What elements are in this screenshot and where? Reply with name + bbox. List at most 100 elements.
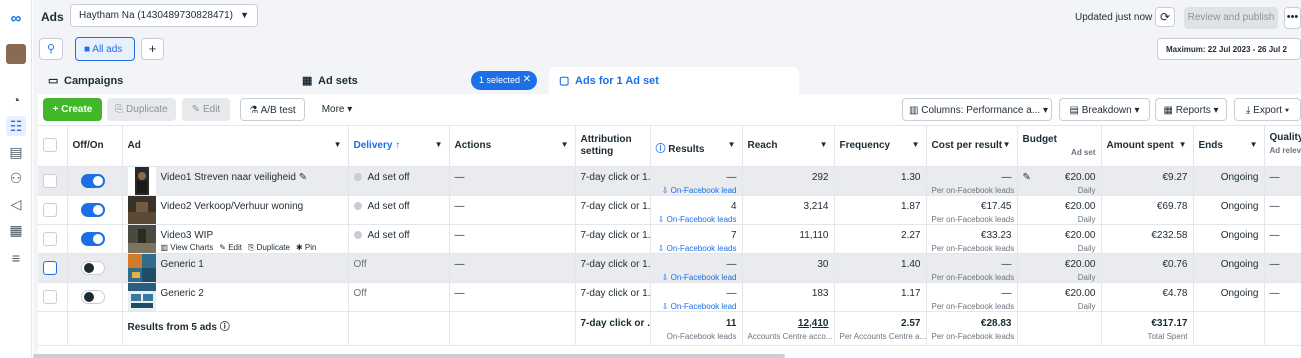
- results-sub[interactable]: ⇩ On-Facebook lead: [656, 302, 737, 311]
- ad-thumbnail: [127, 224, 156, 252]
- table-row[interactable]: Video3 WIP ▥ View Charts ✎ Edit ⎘ Duplic…: [38, 224, 1301, 254]
- dashboard-icon[interactable]: ◔: [6, 90, 26, 110]
- date-range-picker[interactable]: Maximum: 22 Jul 2023 - 26 Jul 2: [1157, 38, 1301, 60]
- ad-cell[interactable]: Video3 WIP ▥ View Charts ✎ Edit ⎘ Duplic…: [122, 224, 349, 254]
- results-sub[interactable]: ⇩ On-Facebook leads: [656, 244, 737, 253]
- delivery-toggle[interactable]: [80, 260, 105, 275]
- ad-cell[interactable]: Video2 Verkoop/Verhuur woning: [122, 195, 349, 225]
- select-all-checkbox[interactable]: [43, 138, 57, 152]
- results-sub[interactable]: ⇩ On-Facebook leads: [656, 215, 737, 224]
- billing-icon[interactable]: ▦: [6, 220, 26, 240]
- quality-cell: —: [1264, 166, 1301, 196]
- col-off-on[interactable]: Off/On: [67, 126, 123, 167]
- ad-cell[interactable]: Generic 1: [122, 253, 349, 283]
- tab-campaigns[interactable]: ▭ Campaigns: [38, 67, 288, 94]
- reports-button[interactable]: ▦ Reports ▾: [1155, 98, 1227, 121]
- summary-label: Results from 5 ads: [127, 321, 217, 333]
- delivery-cell: Off: [348, 282, 450, 312]
- duplicate-button[interactable]: ⎘ Duplicate: [107, 98, 176, 121]
- export-button[interactable]: ⤓ Export ▾: [1234, 98, 1301, 121]
- ad-cell[interactable]: Video1 Streven naar veiligheid ✎: [122, 166, 349, 196]
- review-publish-button[interactable]: Review and publish: [1184, 7, 1278, 29]
- col-budget[interactable]: Budget Ad set: [1017, 126, 1102, 167]
- row-checkbox[interactable]: [43, 231, 57, 246]
- table-row[interactable]: Generic 1 Off — 7-day click or 1... — ⇩ O…: [38, 253, 1301, 283]
- add-view-button[interactable]: +: [141, 38, 164, 60]
- col-ends[interactable]: Ends ▼: [1193, 126, 1265, 167]
- col-attribution[interactable]: Attribution setting: [575, 126, 651, 167]
- row-checkbox[interactable]: [43, 260, 57, 275]
- results-sub[interactable]: ⇩ On-Facebook lead: [656, 186, 737, 195]
- avatar[interactable]: [6, 44, 26, 64]
- selected-label: 1 selected: [479, 75, 521, 85]
- table-row[interactable]: Video2 Verkoop/Verhuur woning Ad set off…: [38, 195, 1301, 225]
- col-amount-spent[interactable]: Amount spent ▼: [1101, 126, 1194, 167]
- row-checkbox[interactable]: [43, 173, 57, 188]
- budget-cell[interactable]: ✎ €20.00 Daily: [1017, 166, 1102, 196]
- breakdown-button[interactable]: ▤ Breakdown ▾: [1059, 98, 1150, 121]
- reach-cell: 183: [742, 282, 835, 312]
- megaphone-icon[interactable]: ◁: [6, 194, 26, 214]
- delivery-toggle[interactable]: [80, 231, 105, 246]
- ad-thumbnail: [127, 195, 156, 223]
- ends-cell: Ongoing: [1193, 195, 1265, 225]
- search-icon[interactable]: ⚲: [39, 38, 63, 60]
- budget-value: €20.00: [1064, 229, 1096, 241]
- row-checkbox[interactable]: [43, 202, 57, 217]
- col-reach[interactable]: Reach ▼: [742, 126, 835, 167]
- col-delivery[interactable]: Delivery ↑ ▼: [348, 126, 450, 167]
- pencil-icon[interactable]: ✎: [1023, 172, 1031, 183]
- results-cell: 7 ⇩ On-Facebook leads: [650, 224, 743, 254]
- reach-cell: 292: [742, 166, 835, 196]
- delivery-toggle[interactable]: [80, 289, 105, 304]
- col-cost-per-result[interactable]: Cost per result ▼: [926, 126, 1018, 167]
- quality-cell: —: [1264, 282, 1301, 312]
- selected-pill[interactable]: 1 selected ✕: [471, 71, 537, 90]
- audience-icon[interactable]: ⚇: [6, 168, 26, 188]
- cost-value: —: [1001, 287, 1012, 299]
- more-options-button[interactable]: •••: [1284, 7, 1301, 29]
- columns-button[interactable]: ▥ Columns: Performance a... ▾: [902, 98, 1052, 121]
- budget-cell[interactable]: €20.00 Daily: [1017, 195, 1102, 225]
- budget-cell[interactable]: €20.00 Daily: [1017, 224, 1102, 254]
- pencil-icon[interactable]: ✎: [299, 172, 307, 183]
- more-button[interactable]: More ▾: [314, 98, 360, 121]
- row-checkbox[interactable]: [43, 289, 57, 304]
- close-icon[interactable]: ✕: [523, 74, 531, 85]
- pages-icon[interactable]: ▤: [6, 142, 26, 162]
- delivery-toggle[interactable]: [80, 173, 105, 188]
- col-results[interactable]: ⓘ Results ▼: [650, 126, 743, 167]
- all-ads-button[interactable]: ■ All ads: [75, 37, 135, 61]
- budget-cell[interactable]: €20.00 Daily: [1017, 253, 1102, 283]
- summary-cost-value: €28.83: [980, 317, 1012, 329]
- dropdown-icon: ▼: [560, 140, 569, 149]
- table-row[interactable]: Generic 2 Off — 7-day click or 1... — ⇩ O…: [38, 282, 1301, 312]
- edit-button[interactable]: ✎ Edit: [182, 98, 230, 121]
- pin-link[interactable]: ✱ Pin: [296, 243, 317, 253]
- ad-cell[interactable]: Generic 2: [122, 282, 349, 312]
- col-ad[interactable]: Ad ▼: [122, 126, 349, 167]
- refresh-icon[interactable]: ⟳: [1155, 7, 1175, 27]
- delivery-toggle[interactable]: [80, 202, 105, 217]
- duplicate-link[interactable]: ⎘ Duplicate: [248, 243, 290, 253]
- table-row[interactable]: Video1 Streven naar veiligheid ✎ Ad set …: [38, 166, 1301, 196]
- col-actions[interactable]: Actions ▼: [449, 126, 576, 167]
- create-button[interactable]: + Create: [43, 98, 102, 121]
- col-quality[interactable]: Quality ranking Ad relev: [1264, 126, 1301, 167]
- ab-test-button[interactable]: ⚗ A/B test: [240, 98, 305, 121]
- menu-icon[interactable]: ≡: [6, 248, 26, 268]
- account-selector[interactable]: Haytham Na (1430489730828471) ▼: [70, 4, 258, 27]
- tab-ads[interactable]: ▢ Ads for 1 Ad set: [549, 67, 799, 95]
- horizontal-scrollbar[interactable]: [33, 354, 785, 358]
- meta-logo-icon[interactable]: ∞: [6, 8, 26, 28]
- results-sub[interactable]: ⇩ On-Facebook lead: [656, 273, 737, 282]
- dropdown-icon: ▼: [1178, 140, 1187, 149]
- budget-cell[interactable]: €20.00 Daily: [1017, 282, 1102, 312]
- col-frequency[interactable]: Frequency ▼: [834, 126, 927, 167]
- col-actions-label: Actions: [454, 140, 492, 151]
- info-icon[interactable]: ⓘ: [220, 322, 230, 333]
- summary-spent-sub: Total Spent: [1147, 331, 1188, 341]
- ads-manager-icon[interactable]: ☷: [6, 116, 26, 136]
- edit-link[interactable]: ✎ Edit: [219, 243, 242, 253]
- view-charts-link[interactable]: ▥ View Charts: [161, 243, 214, 253]
